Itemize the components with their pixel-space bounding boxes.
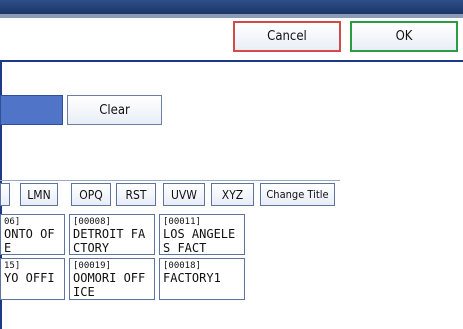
entry-code: [00008] [73, 217, 111, 227]
entry-code: 06] [4, 217, 21, 227]
entry-code: [00018] [163, 261, 201, 271]
entry-name: LOS ANGELE S FACT [163, 227, 236, 255]
entry-name: DETROIT FA CTORY [73, 227, 146, 255]
entry-cell[interactable]: [00008] DETROIT FA CTORY [69, 214, 155, 255]
entry-name: FACTORY1 [163, 271, 221, 285]
tab-rst[interactable]: RST [116, 183, 156, 206]
tab-previous-partial[interactable] [0, 183, 10, 206]
entry-name: YO OFFI [4, 271, 55, 285]
entry-cell[interactable]: [00018] FACTORY1 [159, 258, 245, 300]
tab-lmn[interactable]: LMN [20, 183, 58, 206]
tab-uvw[interactable]: UVW [163, 183, 205, 206]
cancel-button[interactable]: Cancel [233, 21, 341, 52]
clear-button[interactable]: Clear [67, 95, 162, 125]
entry-code: 15] [4, 261, 21, 271]
entry-code: [00011] [163, 217, 201, 227]
search-field[interactable] [0, 95, 63, 125]
entry-cell[interactable]: [00019] OOMORI OFF ICE [69, 258, 155, 300]
entry-name: OOMORI OFF ICE [73, 271, 146, 299]
entry-cell[interactable]: [00011] LOS ANGELE S FACT [159, 214, 245, 255]
entry-cell[interactable]: 15] YO OFFI [0, 258, 65, 300]
change-title-button[interactable]: Change Title [260, 183, 335, 206]
entry-cell[interactable]: 06] ONTO OF E [0, 214, 65, 255]
top-title-bar [0, 0, 463, 14]
tab-opq[interactable]: OPQ [71, 183, 111, 206]
entry-code: [00019] [73, 261, 111, 271]
ok-button[interactable]: OK [350, 21, 458, 52]
entry-name: ONTO OF E [4, 227, 55, 255]
tab-xyz[interactable]: XYZ [211, 183, 254, 206]
